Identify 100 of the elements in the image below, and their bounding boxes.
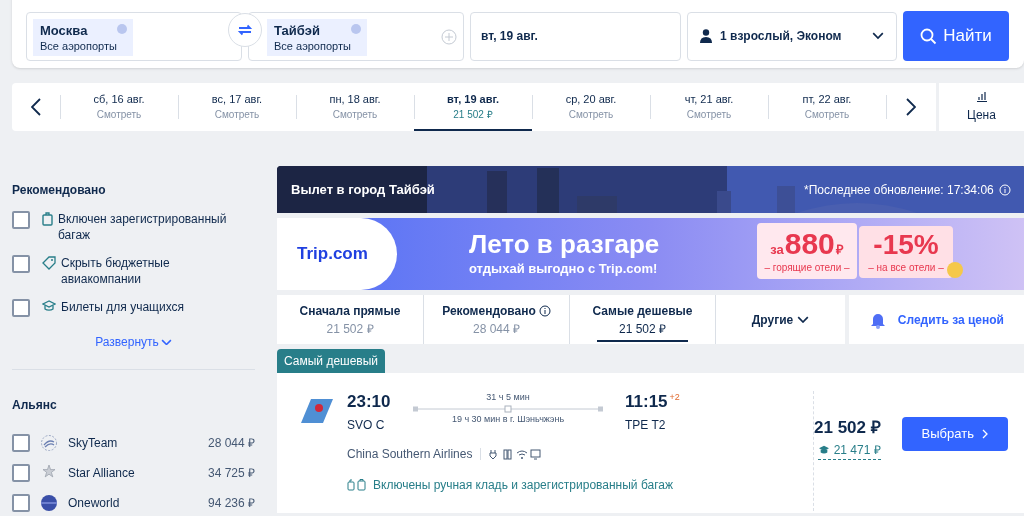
more-sort-button[interactable]: Другие xyxy=(715,295,845,344)
section-title: Рекомендовано xyxy=(12,182,107,199)
watch-price-button[interactable]: Следить за ценой xyxy=(849,295,1024,344)
chevron-right-icon xyxy=(981,429,988,439)
sort-tab[interactable]: Сначала прямые 21 502 ₽ xyxy=(277,295,423,344)
date-tab[interactable]: ср, 20 авг. Смотреть xyxy=(532,83,650,131)
departure-time: 23:10 xyxy=(347,391,392,413)
date-tab[interactable]: пн, 18 авг. Смотреть xyxy=(296,83,414,131)
alliance-label: SkyTeam xyxy=(68,435,119,452)
date-label: сб, 16 авг. xyxy=(93,92,145,107)
filter-label: Включен зарегистрированный багаж xyxy=(58,211,228,243)
date-tab[interactable]: сб, 16 авг. Смотреть xyxy=(60,83,178,131)
passenger-select[interactable]: 1 взрослый, Эконом xyxy=(687,11,897,61)
sort-price: 28 044 ₽ xyxy=(472,320,520,338)
date-price: Смотреть xyxy=(96,108,142,122)
date-tab[interactable]: пт, 22 авг. Смотреть xyxy=(768,83,886,131)
offer-prefix: за xyxy=(770,240,784,259)
date-tab[interactable]: вс, 17 авг. Смотреть xyxy=(178,83,296,131)
globe-icon xyxy=(40,494,58,512)
amenity-icons xyxy=(489,448,542,460)
city-name: Тайбэй xyxy=(274,21,320,39)
date-field[interactable]: вт, 19 авг. xyxy=(470,11,681,61)
alliance-price: 28 044 ₽ xyxy=(207,435,255,452)
flight-price: 21 502 ₽ xyxy=(814,417,881,439)
baggage-info: Включены ручная кладь и зарегистрированный багаж xyxy=(373,477,673,494)
date-label: пт, 22 авг. xyxy=(802,92,852,107)
date-tab[interactable]: вт, 19 авг. 21 502 ₽ xyxy=(414,83,532,131)
caret-icon xyxy=(872,32,884,40)
airport-label: Все аэропорты xyxy=(40,38,118,53)
checkbox[interactable] xyxy=(12,255,30,273)
origin-field[interactable]: Москва Все аэропорты xyxy=(26,11,242,61)
caret-icon xyxy=(160,338,172,346)
sort-tab[interactable]: Самые дешевые 21 502 ₽ xyxy=(569,295,715,344)
sort-label: Рекомендовано xyxy=(442,302,536,320)
expand-link[interactable]: Развернуть xyxy=(95,333,172,351)
date-price: 21 502 ₽ xyxy=(453,108,493,122)
bar-chart-icon xyxy=(975,90,988,102)
date-label: ср, 20 авг. xyxy=(565,92,617,107)
checkbox[interactable] xyxy=(12,211,30,229)
sort-price: 21 502 ₽ xyxy=(326,320,374,338)
checkbox[interactable] xyxy=(12,494,30,512)
airline-logo-icon xyxy=(301,399,333,423)
baggage-icon xyxy=(347,479,367,491)
offer-currency: ₽ xyxy=(835,240,844,259)
results-title: Вылет в город Тайбэй xyxy=(291,180,435,199)
checkbox[interactable] xyxy=(12,464,30,482)
caret-icon xyxy=(797,315,810,324)
sort-label: Самые дешевые xyxy=(592,302,693,320)
date-price: Смотреть xyxy=(332,108,378,122)
sort-tab[interactable]: Рекомендовано 28 044 ₽ xyxy=(423,295,569,344)
search-icon xyxy=(920,27,938,45)
coin-icon xyxy=(947,262,963,278)
alliance-price: 34 725 ₽ xyxy=(207,465,255,482)
date-label: вс, 17 авг. xyxy=(211,92,263,107)
search-button[interactable]: Найти xyxy=(903,11,1009,61)
globe-swirl-icon xyxy=(40,434,58,452)
price-chart-button[interactable]: Цена xyxy=(939,83,1024,131)
date-price: Смотреть xyxy=(804,108,850,122)
layover-label: 19 ч 30 мин в г. Шэньчжэнь xyxy=(451,412,565,426)
city-name: Москва xyxy=(40,21,88,39)
arrival-airport: TPE T2 xyxy=(625,417,667,434)
banner-headline: Лето в разгаре xyxy=(469,229,660,260)
swap-icon xyxy=(237,24,253,36)
chevron-right-icon xyxy=(906,98,916,116)
checkbox[interactable] xyxy=(12,299,30,317)
section-title: Альянс xyxy=(12,397,58,414)
graduation-cap-icon xyxy=(817,444,830,455)
offer-caption: – горящие отели – xyxy=(764,260,850,275)
departure-airport: SVO C xyxy=(347,417,386,434)
alliance-label: Star Alliance xyxy=(68,465,136,482)
airport-label: Все аэропорты xyxy=(274,38,352,53)
chevron-left-icon xyxy=(31,98,41,116)
person-icon xyxy=(700,29,712,43)
graduation-cap-icon xyxy=(42,300,56,312)
offer-value: 880 xyxy=(784,227,835,260)
filter-label: Скрыть бюджетные авиакомпании xyxy=(61,255,171,287)
offer-caption: – на все отели – xyxy=(868,260,944,275)
duration-label: 31 ч 5 мин xyxy=(486,391,530,404)
date-price: Смотреть xyxy=(568,108,614,122)
banner-subline: отдыхай выгодно с Trip.com! xyxy=(469,260,659,279)
select-button[interactable]: Выбрать xyxy=(901,417,1008,451)
date-label: пн, 18 авг. xyxy=(329,92,381,107)
checkbox[interactable] xyxy=(12,434,30,452)
info-icon[interactable] xyxy=(538,304,551,317)
sort-label: Сначала прямые xyxy=(299,302,401,320)
update-time: *Последнее обновление: 17:34:06 xyxy=(804,181,994,199)
promo-banner[interactable]: Trip.com Лето в разгаре отдыхай выгодно с Trip.com! за880₽ – горящие отели – -15% – на все отели – xyxy=(277,218,1024,290)
arrival-time: 11:15 xyxy=(625,391,668,413)
date-tab[interactable]: чт, 21 авг. Смотреть xyxy=(650,83,768,131)
date-price: Смотреть xyxy=(686,108,732,122)
brand-logo: Trip.com xyxy=(297,243,368,266)
cheapest-badge: Самый дешевый xyxy=(277,349,386,373)
tag-icon xyxy=(42,256,56,270)
airline-name: China Southern Airlines xyxy=(347,446,473,463)
suitcase-icon xyxy=(42,212,53,226)
sort-price: 21 502 ₽ xyxy=(618,320,666,338)
alliance-price: 94 236 ₽ xyxy=(207,495,255,512)
student-price: 21 471 ₽ xyxy=(833,441,881,459)
filter-label: Билеты для учащихся xyxy=(61,299,184,316)
alliance-label: Oneworld xyxy=(68,495,121,512)
